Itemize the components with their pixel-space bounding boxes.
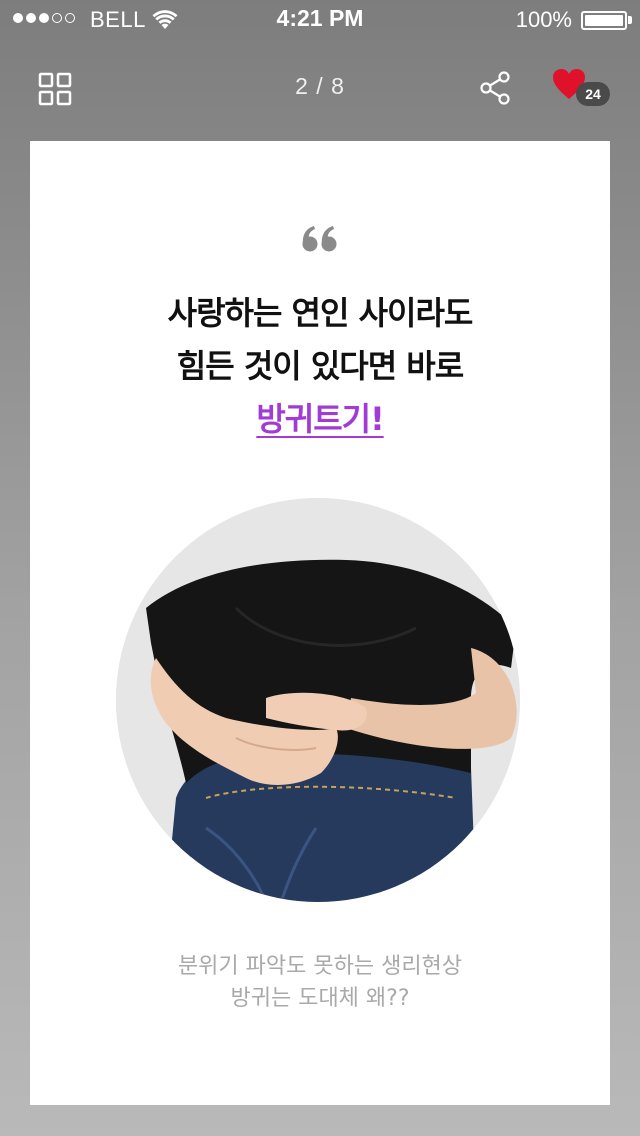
- share-icon[interactable]: [478, 70, 512, 106]
- caption-line-1: 분위기 파악도 못하는 생리현상: [177, 954, 463, 979]
- content-card: 사랑하는 연인 사이라도 힘든 것이 있다면 바로 방귀트기! 분위기 파악도 …: [30, 141, 610, 1105]
- article-photo: [116, 498, 520, 902]
- battery-percentage: 100%: [515, 7, 572, 32]
- nav-bar: 2 / 8 24: [0, 60, 640, 116]
- battery-tip: [628, 16, 632, 24]
- like-button[interactable]: 24: [552, 68, 610, 110]
- like-count-badge: 24: [576, 82, 610, 106]
- headline-line-1: 사랑하는 연인 사이라도: [167, 294, 474, 332]
- caption-line-2: 방귀는 도대체 왜??: [230, 986, 410, 1011]
- status-bar: BELL 4:21 PM 100%: [0, 0, 640, 40]
- battery-icon: [581, 11, 627, 30]
- page-counter: 2 / 8: [295, 73, 345, 99]
- caption: 분위기 파악도 못하는 생리현상 방귀는 도대체 왜??: [30, 951, 610, 1015]
- photo-illustration: [116, 498, 520, 902]
- headline-line-2: 힘든 것이 있다면 바로: [176, 347, 464, 385]
- headline-highlight: 방귀트기!: [256, 400, 384, 438]
- quote-icon: [302, 226, 337, 252]
- headline: 사랑하는 연인 사이라도 힘든 것이 있다면 바로 방귀트기!: [30, 287, 610, 446]
